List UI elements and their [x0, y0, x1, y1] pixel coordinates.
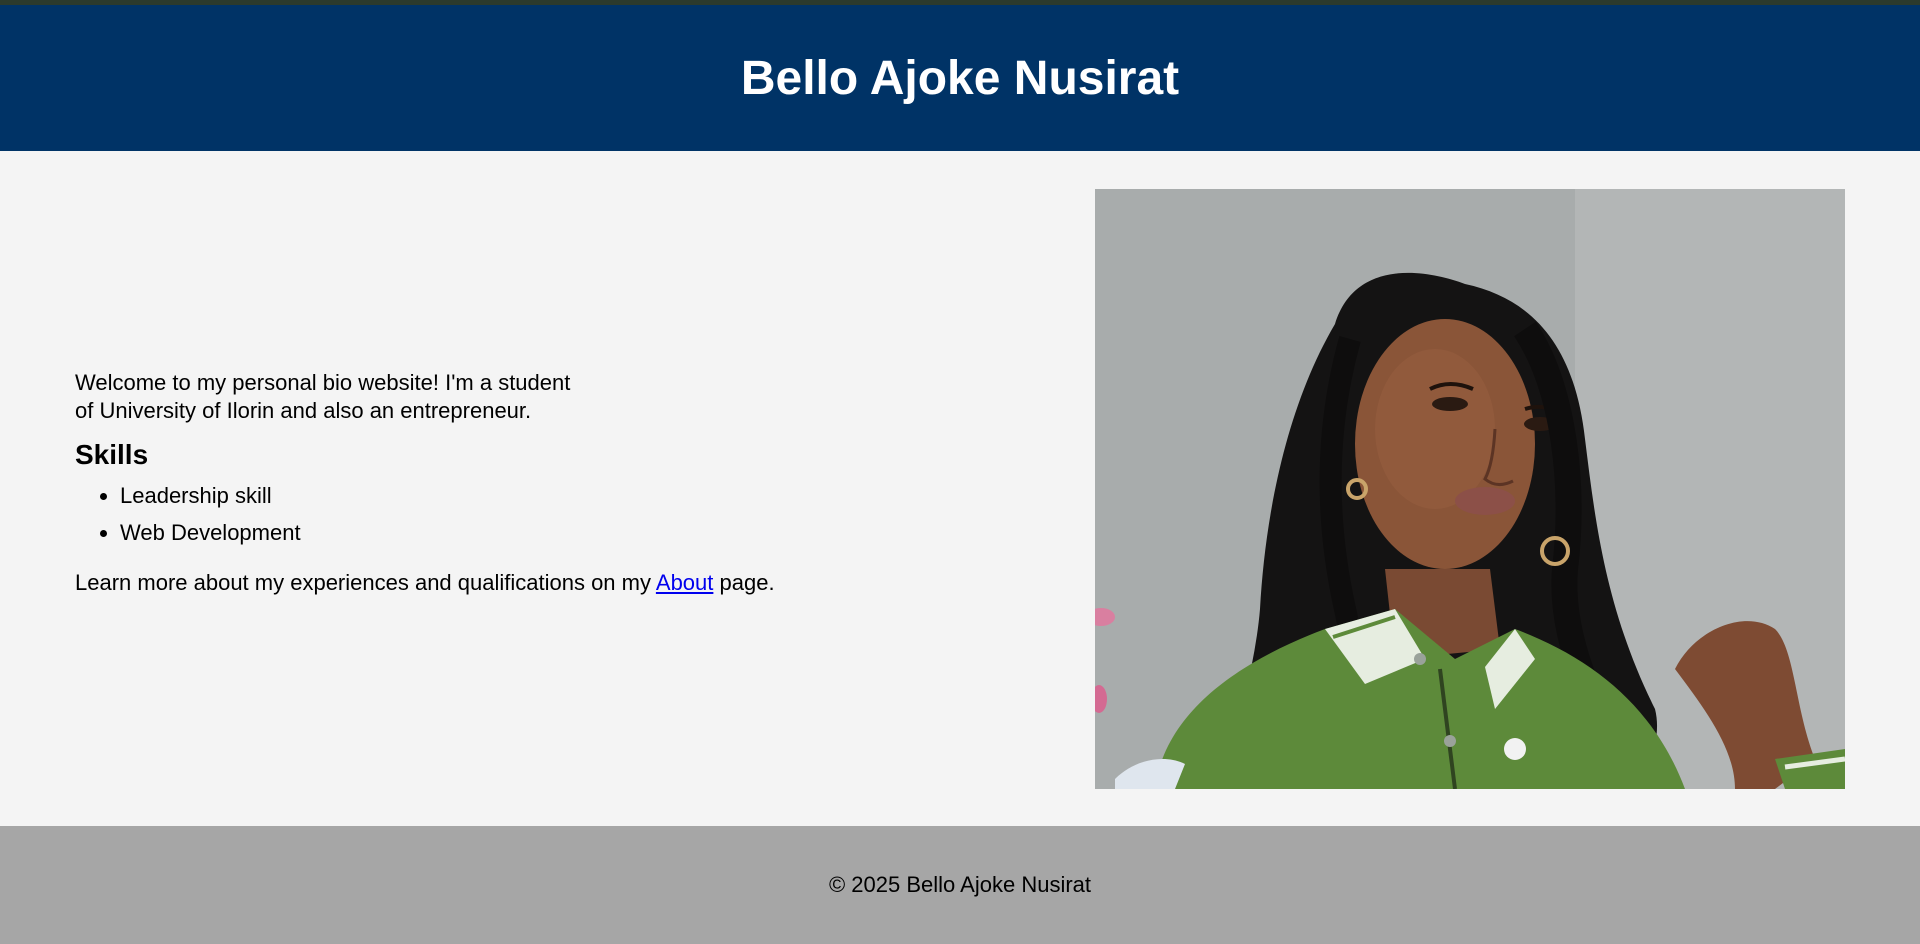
intro-section: Welcome to my personal bio website! I'm … [75, 369, 1045, 597]
skills-list: Leadership skill Web Development [75, 477, 1045, 551]
site-header: Bello Ajoke Nusirat [0, 5, 1920, 151]
skills-heading: Skills [75, 439, 149, 470]
list-item-skill: Leadership skill [120, 477, 1045, 514]
intro-line-2: of University of Ilorin and also an entr… [75, 398, 532, 423]
list-item-skill: Web Development [120, 514, 1045, 551]
intro-line-1: Welcome to my personal bio website! I'm … [75, 370, 571, 395]
learn-more-suffix: page. [713, 570, 775, 595]
learn-more-paragraph: Learn more about my experiences and qual… [75, 569, 1045, 597]
learn-more-text: Learn more about my experiences and qual… [75, 570, 656, 595]
main-content: Welcome to my personal bio website! I'm … [0, 151, 1920, 826]
portrait-photo-illustration [1095, 189, 1845, 789]
copyright-text: © 2025 Bello Ajoke Nusirat [828, 872, 1092, 897]
about-link[interactable]: About [656, 570, 714, 595]
intro-paragraph: Welcome to my personal bio website! I'm … [75, 369, 635, 425]
site-footer: © 2025 Bello Ajoke Nusirat [0, 826, 1920, 944]
page-title: Bello Ajoke Nusirat [740, 51, 1180, 105]
portrait-photo [1095, 189, 1845, 789]
